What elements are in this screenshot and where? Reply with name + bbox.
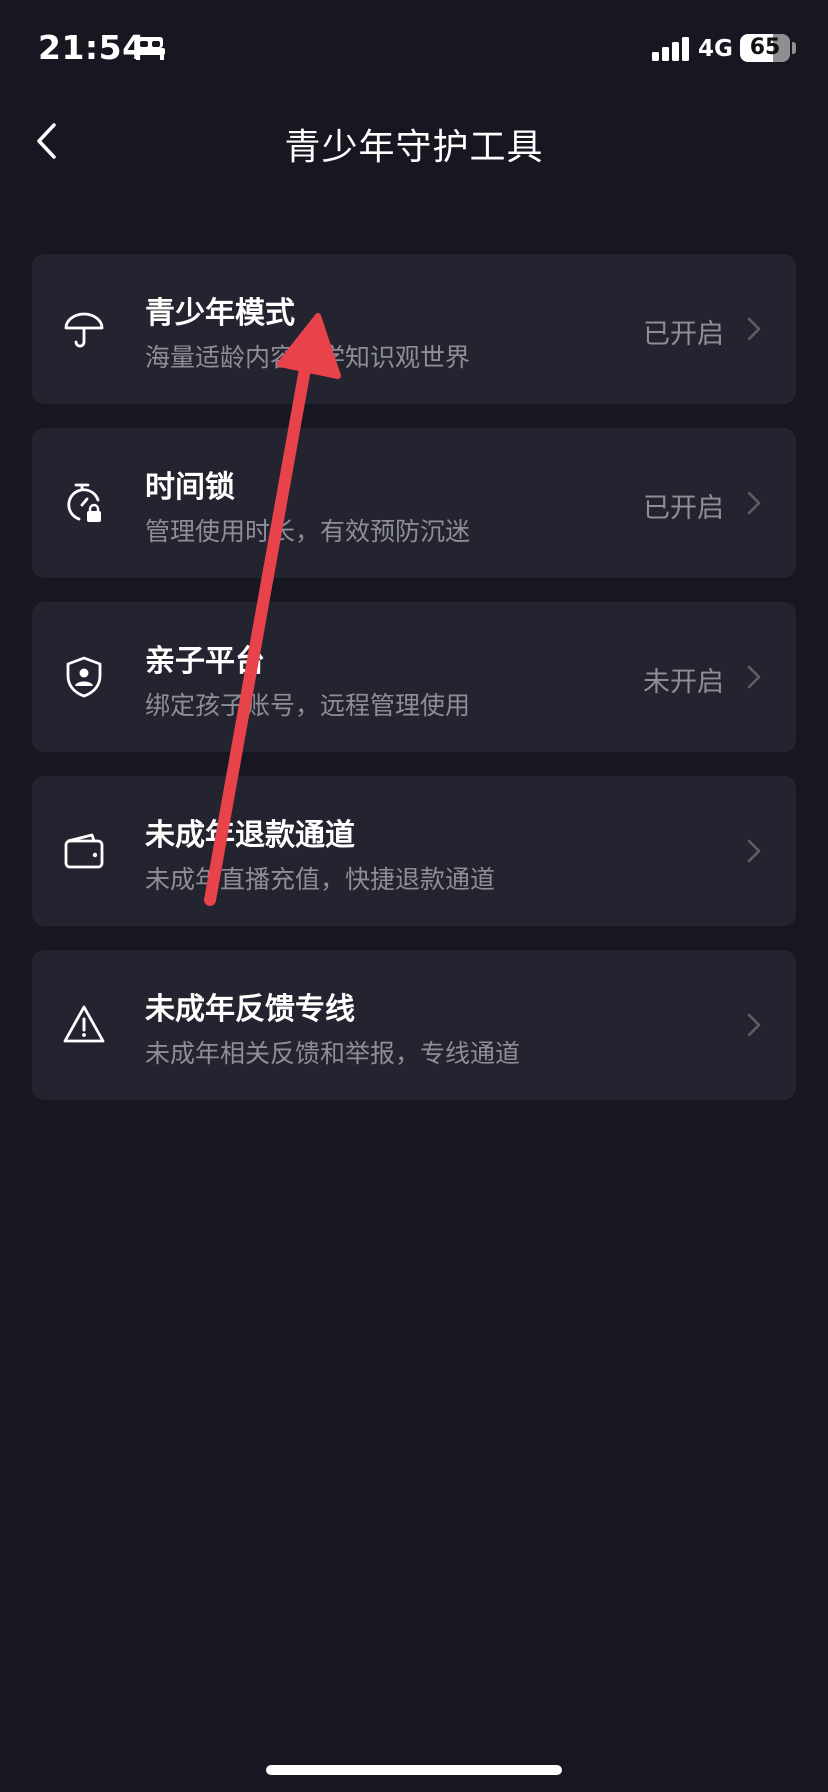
- navigation-bar: 青少年守护工具: [0, 100, 828, 180]
- chevron-right-icon: [747, 665, 761, 689]
- item-description: 未成年相关反馈和举报，专线通道: [145, 1039, 521, 1068]
- item-title: 时间锁: [145, 470, 235, 505]
- tool-list: 青少年模式 海量适龄内容…学知识观世界 已开启 时间锁 管理使用时长，有效预防沉…: [32, 254, 796, 1124]
- time-lock-item[interactable]: 时间锁 管理使用时长，有效预防沉迷 已开启: [32, 428, 796, 578]
- cellular-signal-icon: [652, 37, 689, 61]
- item-title: 未成年退款通道: [145, 818, 355, 853]
- battery-cap: [792, 42, 796, 54]
- chevron-right-icon: [747, 491, 761, 515]
- chevron-right-icon: [747, 839, 761, 863]
- parent-platform-item[interactable]: 亲子平台 绑定孩子账号，远程管理使用 未开启: [32, 602, 796, 752]
- warning-icon: [63, 1005, 105, 1043]
- status-label: 已开启: [643, 319, 724, 350]
- status-label: 未开启: [643, 667, 724, 698]
- battery-level: 65: [749, 35, 781, 60]
- status-time: 21:54: [38, 28, 146, 67]
- home-indicator[interactable]: [266, 1765, 562, 1775]
- status-bar: 21:54 4G 65: [0, 0, 828, 100]
- teen-mode-item[interactable]: 青少年模式 海量适龄内容…学知识观世界 已开启: [32, 254, 796, 404]
- item-description: 绑定孩子账号，远程管理使用: [145, 691, 471, 720]
- network-type: 4G: [698, 36, 733, 62]
- chevron-right-icon: [747, 317, 761, 341]
- timer-lock-icon: [67, 483, 101, 522]
- page-title: 青少年守护工具: [284, 127, 544, 168]
- battery-icon: 65: [740, 34, 790, 62]
- minor-refund-item[interactable]: 未成年退款通道 未成年直播充值，快捷退款通道: [32, 776, 796, 926]
- item-title: 未成年反馈专线: [145, 992, 355, 1027]
- minor-feedback-item[interactable]: 未成年反馈专线 未成年相关反馈和举报，专线通道: [32, 950, 796, 1100]
- chevron-right-icon: [747, 1013, 761, 1037]
- bed-icon: [135, 37, 165, 60]
- shield-user-icon: [66, 656, 102, 698]
- item-description: 海量适龄内容…学知识观世界: [145, 343, 471, 372]
- item-title: 亲子平台: [145, 644, 265, 679]
- item-description: 管理使用时长，有效预防沉迷: [145, 517, 471, 546]
- item-description: 未成年直播充值，快捷退款通道: [145, 865, 496, 894]
- umbrella-icon: [64, 312, 104, 348]
- status-label: 已开启: [643, 493, 724, 524]
- item-title: 青少年模式: [145, 296, 295, 331]
- wallet-icon: [64, 833, 104, 869]
